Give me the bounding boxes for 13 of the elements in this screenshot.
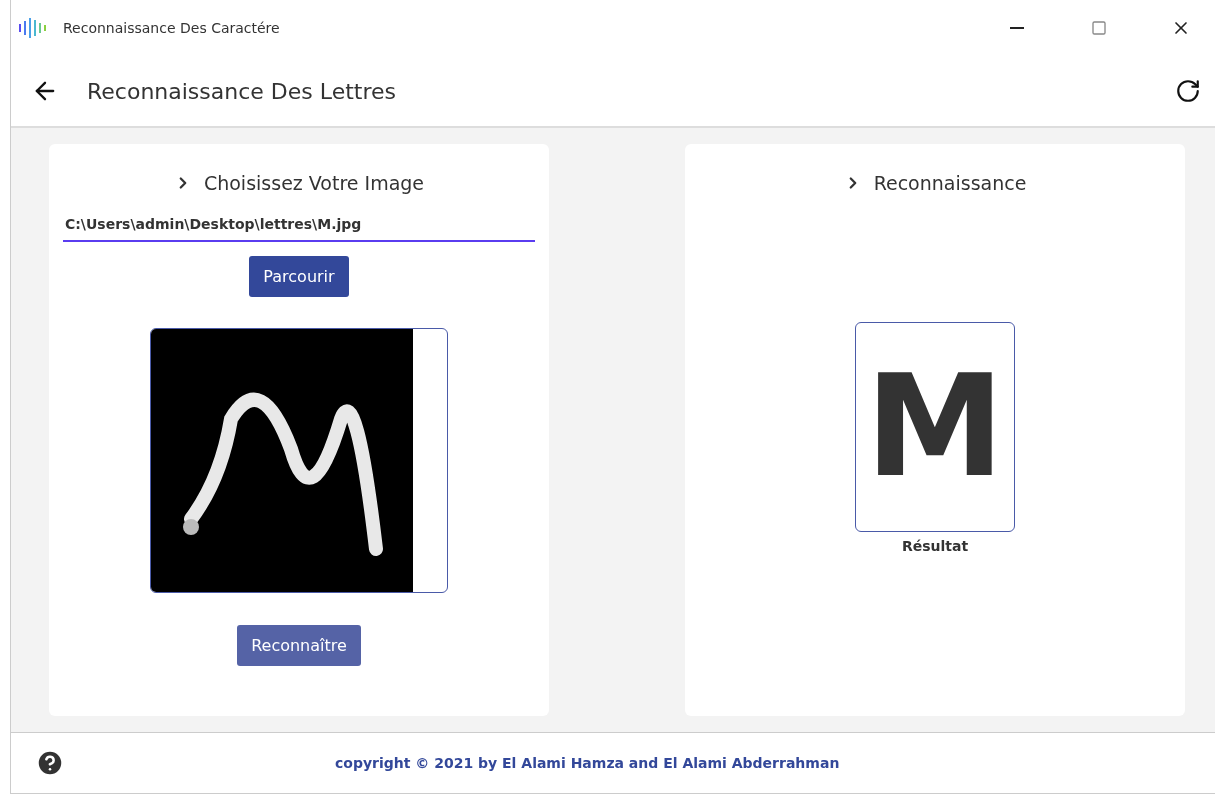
recognize-button[interactable]: Reconnaître [237, 625, 361, 666]
card-title: Choisissez Votre Image [203, 172, 425, 194]
result-letter: M [865, 357, 1005, 497]
result-caption: Résultat [901, 538, 969, 554]
browse-button[interactable]: Parcourir [249, 256, 349, 297]
window-title: Reconnaissance Des Caractére [63, 20, 281, 36]
copyright-text: copyright © 2021 by El Alami Hamza and El Alami Abderrahman [335, 755, 840, 771]
refresh-button[interactable] [1175, 78, 1201, 104]
card-title: Reconnaissance [873, 172, 1027, 194]
minimize-icon [1010, 27, 1024, 29]
help-icon[interactable] [35, 748, 65, 778]
maximize-icon [1091, 20, 1107, 36]
page-title: Reconnaissance Des Lettres [87, 78, 397, 104]
